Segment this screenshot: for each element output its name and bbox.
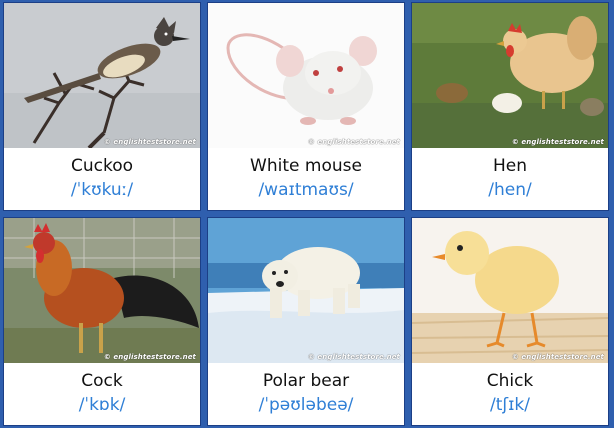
animal-name: White mouse (250, 156, 362, 176)
phonetic-transcription: /ˈkɒk/ (78, 395, 126, 415)
phonetic-transcription: /tʃɪk/ (490, 395, 530, 415)
flashcard-grid: © englishteststore.net Cuckoo /ˈkʊkuː/ ©… (0, 0, 614, 428)
hen-photo: © englishteststore.net (412, 3, 608, 148)
card-cuckoo[interactable]: © englishteststore.net Cuckoo /ˈkʊkuː/ (3, 2, 201, 211)
animal-name: Polar bear (262, 371, 350, 391)
watermark: © englishteststore.net (511, 138, 604, 146)
phonetic-transcription: /waɪtmaʊs/ (258, 180, 354, 200)
animal-name: Chick (486, 371, 534, 391)
watermark: © englishteststore.net (307, 138, 400, 146)
chick-photo: © englishteststore.net (412, 218, 608, 363)
cuckoo-photo: © englishteststore.net (4, 3, 200, 148)
cock-photo: © englishteststore.net (4, 218, 200, 363)
card-white-mouse[interactable]: © englishteststore.net White mouse /waɪt… (207, 2, 405, 211)
polar-bear-photo: © englishteststore.net (208, 218, 404, 363)
animal-name: Cock (81, 371, 123, 391)
card-polar-bear[interactable]: © englishteststore.net Polar bear /ˈpəʊl… (207, 217, 405, 426)
white-mouse-photo: © englishteststore.net (208, 3, 404, 148)
watermark: © englishteststore.net (103, 138, 196, 146)
card-chick[interactable]: © englishteststore.net Chick /tʃɪk/ (411, 217, 609, 426)
phonetic-transcription: /ˈpəʊləbeə/ (258, 395, 354, 415)
animal-name: Hen (492, 156, 528, 176)
card-cock[interactable]: © englishteststore.net Cock /ˈkɒk/ (3, 217, 201, 426)
animal-name: Cuckoo (70, 156, 134, 176)
card-hen[interactable]: © englishteststore.net Hen /hen/ (411, 2, 609, 211)
watermark: © englishteststore.net (307, 353, 400, 361)
phonetic-transcription: /hen/ (488, 180, 532, 200)
phonetic-transcription: /ˈkʊkuː/ (70, 180, 134, 200)
watermark: © englishteststore.net (511, 353, 604, 361)
watermark: © englishteststore.net (103, 353, 196, 361)
